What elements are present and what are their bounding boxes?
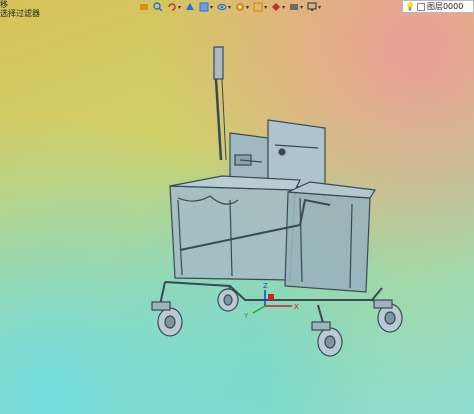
caster-front-right	[311, 321, 343, 357]
x-axis-label: X	[294, 303, 299, 311]
handle	[213, 46, 227, 161]
y-axis-line	[252, 305, 266, 314]
right-bucket	[284, 181, 377, 293]
caster-back-left	[217, 288, 239, 312]
caster-front-left	[151, 301, 183, 337]
caster-back-right	[373, 299, 403, 333]
left-bucket	[169, 175, 301, 281]
mop-bucket-model	[151, 46, 403, 357]
origin-marker	[268, 294, 274, 300]
y-axis-label: Y	[243, 312, 249, 320]
z-axis-label: Z	[263, 282, 268, 290]
model-viewport[interactable]: Z X Y	[0, 0, 474, 414]
